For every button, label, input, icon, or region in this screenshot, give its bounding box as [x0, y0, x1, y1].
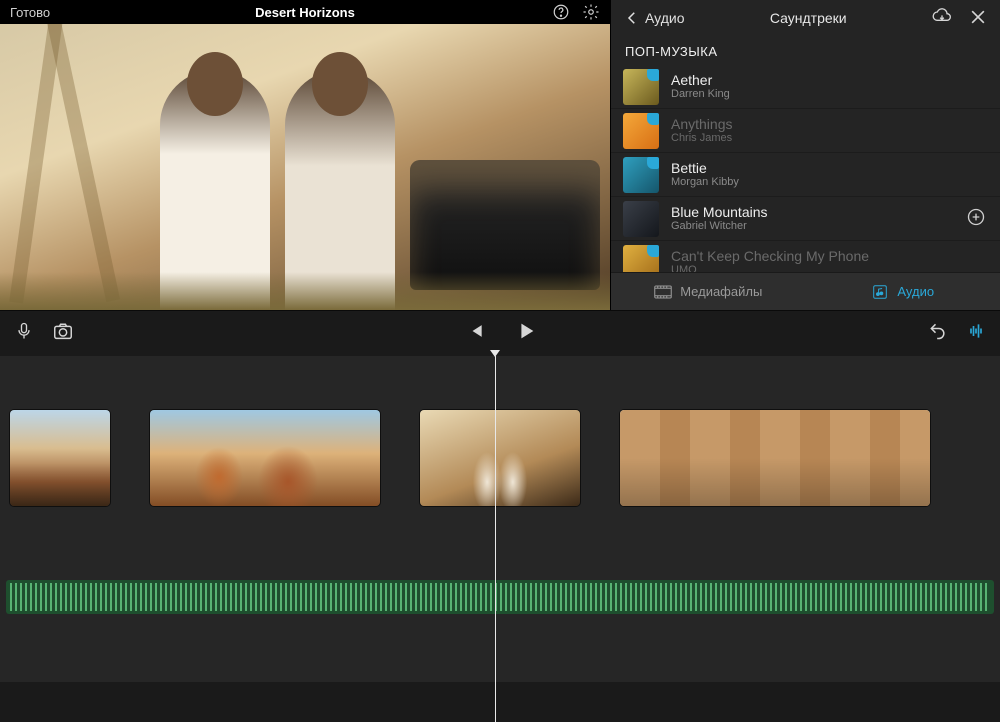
track-row[interactable]: BettieMorgan Kibby	[611, 153, 1000, 197]
track-title: Can't Keep Checking My Phone	[671, 248, 988, 264]
back-label: Аудио	[645, 10, 685, 26]
cloud-badge-icon	[647, 113, 659, 125]
clip[interactable]: ▷◁	[420, 410, 580, 506]
track-artist: Morgan Kibby	[671, 176, 988, 189]
audio-panel-header: Аудио Саундтреки	[611, 0, 1000, 36]
track-thumb	[623, 157, 659, 193]
download-all-icon[interactable]	[932, 7, 952, 30]
track-title: Bettie	[671, 160, 988, 176]
preview-pane: Готово Desert Horizons	[0, 0, 610, 310]
transport-bar	[0, 310, 1000, 356]
tab-audio-label: Аудио	[897, 284, 934, 299]
track-artist: Gabriel Witcher	[671, 220, 952, 233]
cloud-badge-icon	[647, 69, 659, 81]
section-title: ПОП-МУЗЫКА	[611, 36, 1000, 65]
add-track-button[interactable]	[964, 207, 988, 231]
back-button[interactable]: Аудио	[623, 9, 685, 27]
track-title: Anythings	[671, 116, 988, 132]
panel-footer-tabs: Медиафайлы Аудио	[611, 272, 1000, 310]
done-button[interactable]: Готово	[10, 5, 50, 20]
track-thumb	[623, 201, 659, 237]
help-icon[interactable]	[552, 3, 570, 21]
preview-header: Готово Desert Horizons	[0, 0, 610, 24]
timeline[interactable]: ▷◁ ▷◁ ▷◁	[0, 356, 1000, 682]
waveform-icon[interactable]	[966, 321, 986, 346]
panel-title: Саундтреки	[770, 10, 847, 26]
tab-media[interactable]: Медиафайлы	[611, 273, 806, 310]
playhead[interactable]	[495, 356, 496, 722]
track-title: Aether	[671, 72, 988, 88]
audio-lane[interactable]	[6, 580, 994, 614]
prev-icon[interactable]	[465, 321, 485, 346]
track-list: AetherDarren KingAnythingsChris JamesBet…	[611, 65, 1000, 272]
play-icon[interactable]	[515, 320, 537, 347]
cloud-badge-icon	[647, 157, 659, 169]
video-preview[interactable]	[0, 24, 610, 310]
camera-icon[interactable]	[52, 320, 74, 347]
settings-icon[interactable]	[582, 3, 600, 21]
track-thumb	[623, 69, 659, 105]
tab-media-label: Медиафайлы	[680, 284, 762, 299]
track-row[interactable]: AnythingsChris James	[611, 109, 1000, 153]
clip[interactable]: ▷◁	[150, 410, 380, 506]
track-row[interactable]: AetherDarren King	[611, 65, 1000, 109]
audio-panel: Аудио Саундтреки ПОП-МУЗЫКА AetherDarren…	[610, 0, 1000, 310]
track-thumb	[623, 245, 659, 273]
track-title: Blue Mountains	[671, 204, 952, 220]
project-title: Desert Horizons	[255, 5, 355, 20]
track-row[interactable]: Can't Keep Checking My PhoneUMO	[611, 241, 1000, 272]
close-icon[interactable]	[968, 7, 988, 30]
tab-audio[interactable]: Аудио	[806, 273, 1000, 310]
track-artist: UMO	[671, 264, 988, 272]
voiceover-icon[interactable]	[14, 321, 34, 346]
clip[interactable]: ▷◁	[620, 410, 930, 506]
cloud-badge-icon	[647, 245, 659, 257]
track-artist: Chris James	[671, 132, 988, 145]
track-artist: Darren King	[671, 88, 988, 101]
clip[interactable]	[10, 410, 110, 506]
track-row[interactable]: Blue MountainsGabriel Witcher	[611, 197, 1000, 241]
undo-icon[interactable]	[928, 321, 948, 346]
track-thumb	[623, 113, 659, 149]
video-lane[interactable]: ▷◁ ▷◁ ▷◁	[0, 404, 1000, 512]
